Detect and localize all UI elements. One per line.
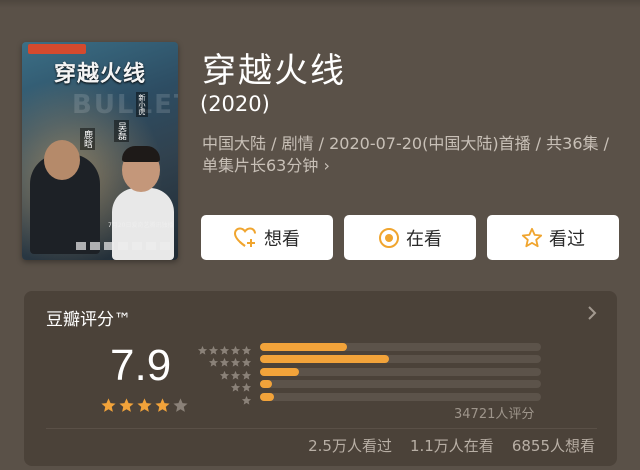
poster-logos [76, 242, 172, 250]
watch-stats: 2.5万人看过 1.1万人在看 6855人想看 [308, 435, 595, 456]
watched-button[interactable]: 看过 [487, 215, 619, 260]
distribution-stars [200, 391, 252, 410]
rating-card[interactable]: 豆瓣评分™ 7.9 34721人评分 2.5万人看过 1.1万人在看 6855人… [24, 291, 617, 466]
movie-title: 穿越火线 [202, 51, 346, 91]
poster-tag: 鹿晗 [80, 128, 95, 150]
rating-count: 34721人评分 [454, 407, 535, 422]
rating-section-title: 豆瓣评分™ [46, 310, 131, 330]
star-filled-icon [118, 397, 135, 418]
target-icon [378, 227, 400, 249]
distribution-bar-track [260, 343, 541, 351]
rating-score: 7.9 [110, 341, 172, 390]
poster-tag: 吴磊 [114, 120, 129, 142]
movie-year: (2020) [200, 92, 270, 116]
distribution-bar-track [260, 355, 541, 364]
watching-count[interactable]: 1.1万人在看 [410, 435, 494, 456]
poster-image[interactable]: BULLET 穿越火线 鹿晗 吴磊 新小虎 7月20日爱奇艺腾讯独播 [22, 42, 178, 260]
poster-head-left [44, 140, 80, 180]
watching-label: 在看 [406, 228, 442, 250]
star-filled-icon [100, 397, 117, 418]
poster-ghost-text: BULLET [72, 90, 178, 120]
star-empty-icon [172, 397, 189, 418]
chevron-right-icon: › [323, 156, 330, 175]
want-to-watch-button[interactable]: 想看 [201, 215, 333, 260]
heart-plus-icon [234, 226, 258, 249]
star-filled-icon [154, 397, 171, 418]
poster-title: 穿越火线 [53, 62, 146, 87]
distribution-bar-track [260, 392, 541, 401]
chevron-right-icon[interactable] [587, 305, 597, 325]
distribution-bar-track [260, 380, 541, 389]
poster-date: 7月20日爱奇艺腾讯独播 [108, 222, 174, 229]
distribution-bar-track [260, 367, 541, 376]
star-outline-icon [521, 227, 543, 249]
star-filled-icon [136, 397, 153, 418]
want-count[interactable]: 6855人想看 [512, 435, 595, 456]
movie-meta-text: 中国大陆 / 剧情 / 2020-07-20(中国大陆)首播 / 共36集 / … [202, 134, 609, 175]
want-to-watch-label: 想看 [264, 228, 300, 250]
distribution-bar-fill [260, 380, 272, 389]
movie-meta[interactable]: 中国大陆 / 剧情 / 2020-07-20(中国大陆)首播 / 共36集 / … [202, 133, 622, 177]
distribution-bar-fill [260, 392, 275, 401]
divider [46, 428, 597, 429]
poster-badge [28, 44, 86, 54]
poster-tag: 新小虎 [136, 92, 148, 117]
poster-hair-right [122, 146, 160, 162]
distribution-bar-fill [260, 367, 300, 376]
star-small-icon [241, 391, 252, 410]
watched-label: 看过 [549, 228, 585, 250]
rating-stars [100, 397, 189, 418]
distribution-bar-fill [260, 355, 390, 364]
top-shadow [0, 0, 640, 8]
distribution-bar-fill [260, 343, 348, 351]
watched-count[interactable]: 2.5万人看过 [308, 435, 392, 456]
watching-button[interactable]: 在看 [344, 215, 476, 260]
